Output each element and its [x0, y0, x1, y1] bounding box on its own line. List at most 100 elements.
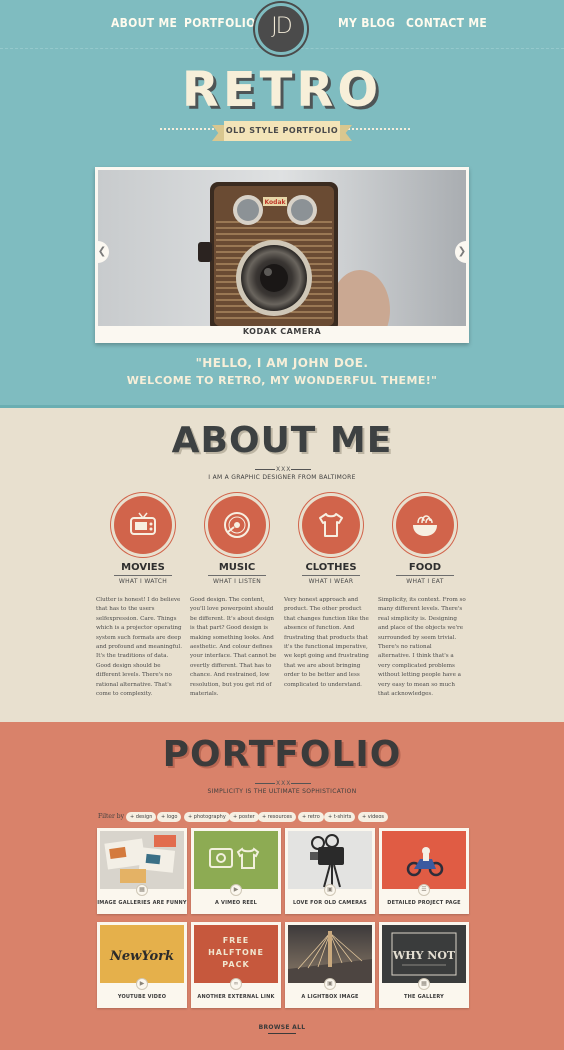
feature-music-badge — [208, 496, 266, 554]
portfolio-item[interactable]: WHY NOT ▦ THE GALLERY — [379, 922, 469, 1008]
chevron-left-icon: ❮ — [97, 246, 107, 257]
camera-photo: Kodak — [98, 170, 466, 326]
portfolio-title: PORTFOLIO — [162, 734, 402, 775]
portfolio-item-title: DETAILED PROJECT PAGE — [387, 900, 461, 906]
filter-logo[interactable]: + logo — [157, 812, 182, 822]
portfolio-thumbnail — [194, 831, 278, 889]
document-icon: ☰ — [418, 884, 430, 896]
feature-divider — [114, 575, 172, 576]
portfolio-section: PORTFOLIO XXX SIMPLICITY IS THE ULTIMATE… — [0, 722, 564, 1050]
vinyl-icon — [224, 512, 250, 538]
portfolio-item[interactable]: NewYork ▶ YOUTUBE VIDEO — [97, 922, 187, 1008]
feature-title: CLOTHES — [305, 562, 357, 573]
feature-title: FOOD — [408, 562, 442, 573]
feature-title: MOVIES — [121, 562, 165, 573]
tagline-ribbon: OLD STYLE PORTFOLIO — [224, 121, 340, 141]
feature-divider — [302, 575, 360, 576]
browse-all-link[interactable]: BROWSE ALL — [0, 1024, 564, 1031]
filter-resources[interactable]: + resources — [258, 812, 297, 822]
halftone-line-1: FREE — [223, 936, 250, 945]
chevron-right-icon: ❯ — [457, 246, 467, 257]
about-section: ABOUT ME XXX I AM A GRAPHIC DESIGNER FRO… — [0, 408, 564, 722]
portfolio-item-title: IMAGE GALLERIES ARE FUNNY — [97, 900, 187, 906]
dotted-divider-right — [340, 128, 410, 132]
portfolio-item[interactable]: ▣ LOVE FOR OLD CAMERAS — [285, 828, 375, 914]
portfolio-item[interactable]: ▣ A LIGHTBOX IMAGE — [285, 922, 375, 1008]
feature-description: Simplicity, its context. From so many di… — [378, 597, 466, 698]
noodle-bowl-icon — [413, 515, 437, 536]
about-title: ABOUT ME — [171, 420, 393, 461]
filter-retro[interactable]: + retro — [298, 812, 324, 822]
divider-line-right — [291, 783, 311, 784]
portfolio-item[interactable]: ▦ IMAGE GALLERIES ARE FUNNY — [97, 828, 187, 914]
scooter-thumbnail — [382, 831, 466, 889]
feature-movies-badge — [114, 496, 172, 554]
filter-photography[interactable]: + photography — [184, 812, 230, 822]
halftone-line-3: PACK — [222, 960, 249, 969]
feature-description: Good design. The content, you'll love po… — [190, 597, 277, 698]
divider-line-left — [255, 783, 275, 784]
divider-xxx: XXX — [276, 780, 292, 787]
nav-contact-me[interactable]: CONTACT ME — [406, 16, 487, 30]
top-nav: ABOUT ME PORTFOLIO MY BLOG CONTACT ME JD — [0, 0, 564, 55]
image-icon: ▣ — [324, 978, 336, 990]
nav-portfolio[interactable]: PORTFOLIO — [184, 16, 256, 30]
image-icon: ▣ — [324, 884, 336, 896]
portfolio-item[interactable]: ☰ DETAILED PROJECT PAGE — [379, 828, 469, 914]
feature-food-badge — [396, 496, 454, 554]
feature-divider — [396, 575, 454, 576]
portfolio-thumbnail — [288, 831, 372, 889]
stationery-thumbnail — [100, 831, 184, 889]
newyork-text: NewYork — [109, 949, 174, 964]
portfolio-item-title: THE GALLERY — [404, 994, 444, 1000]
slide-image: Kodak — [98, 170, 466, 326]
filter-design[interactable]: + design — [126, 812, 157, 822]
portfolio-thumbnail: NewYork — [100, 925, 184, 983]
gallery-icon: ▦ — [418, 978, 430, 990]
portfolio-item-title: A LIGHTBOX IMAGE — [301, 994, 359, 1000]
browse-all-underline — [268, 1033, 296, 1034]
feature-subtitle: WHAT I LISTEN — [212, 578, 262, 585]
slide-caption: KODAK CAMERA — [242, 327, 322, 336]
portfolio-thumbnail — [382, 831, 466, 889]
filter-poster[interactable]: + poster — [229, 812, 259, 822]
filter-tshirts[interactable]: + t-shirts — [324, 812, 356, 822]
movie-camera-thumbnail — [288, 831, 372, 889]
video-icon: ▶ — [230, 884, 242, 896]
halftone-line-2: HALFTONE — [208, 948, 264, 957]
chalkboard-thumbnail: WHY NOT — [382, 925, 466, 983]
portfolio-item[interactable]: FREE HALFTONE PACK ∞ ANOTHER EXTERNAL LI… — [191, 922, 281, 1008]
halftone-thumbnail: FREE HALFTONE PACK — [194, 925, 278, 983]
feature-divider — [208, 575, 266, 576]
portfolio-item-title: A VIMEO REEL — [215, 900, 257, 906]
portfolio-thumbnail: FREE HALFTONE PACK — [194, 925, 278, 983]
feature-subtitle: WHAT I WEAR — [308, 578, 354, 585]
portfolio-thumbnail — [288, 925, 372, 983]
ribbon-tail-right — [338, 125, 352, 141]
portfolio-item-title: ANOTHER EXTERNAL LINK — [197, 994, 275, 1000]
video-icon: ▶ — [136, 978, 148, 990]
camera-brand: Kodak — [265, 199, 287, 206]
logo[interactable]: JD — [255, 3, 307, 55]
feature-description: Very honest approach and product. The ot… — [284, 597, 369, 688]
site-title: RETRO — [181, 62, 383, 118]
divider-xxx: XXX — [276, 466, 292, 473]
filter-videos[interactable]: + videos — [358, 812, 389, 822]
newyork-thumbnail: NewYork — [100, 925, 184, 983]
shirts-thumbnail — [194, 831, 278, 889]
logo-text: JD — [271, 14, 292, 39]
whynot-text: WHY NOT — [392, 949, 456, 962]
nav-about-me[interactable]: ABOUT ME — [111, 16, 177, 30]
feature-description: Clutter is honest! I do believe that has… — [96, 597, 182, 698]
portfolio-item-title: LOVE FOR OLD CAMERAS — [293, 900, 367, 906]
feature-subtitle: WHAT I WATCH — [118, 578, 168, 585]
feature-subtitle: WHAT I EAT — [406, 578, 444, 585]
hero-greeting: "HELLO, I AM JOHN DOE. WELCOME TO RETRO,… — [0, 355, 564, 389]
nav-my-blog[interactable]: MY BLOG — [338, 16, 395, 30]
portfolio-item-title: YOUTUBE VIDEO — [117, 994, 167, 1000]
image-slider[interactable]: Kodak KODAK CAMERA — [95, 167, 469, 343]
greeting-line-1: "HELLO, I AM JOHN DOE. — [195, 356, 369, 370]
feature-title: MUSIC — [218, 562, 256, 573]
filter-label: Filter by — [98, 813, 124, 820]
portfolio-item[interactable]: ▶ A VIMEO REEL — [191, 828, 281, 914]
